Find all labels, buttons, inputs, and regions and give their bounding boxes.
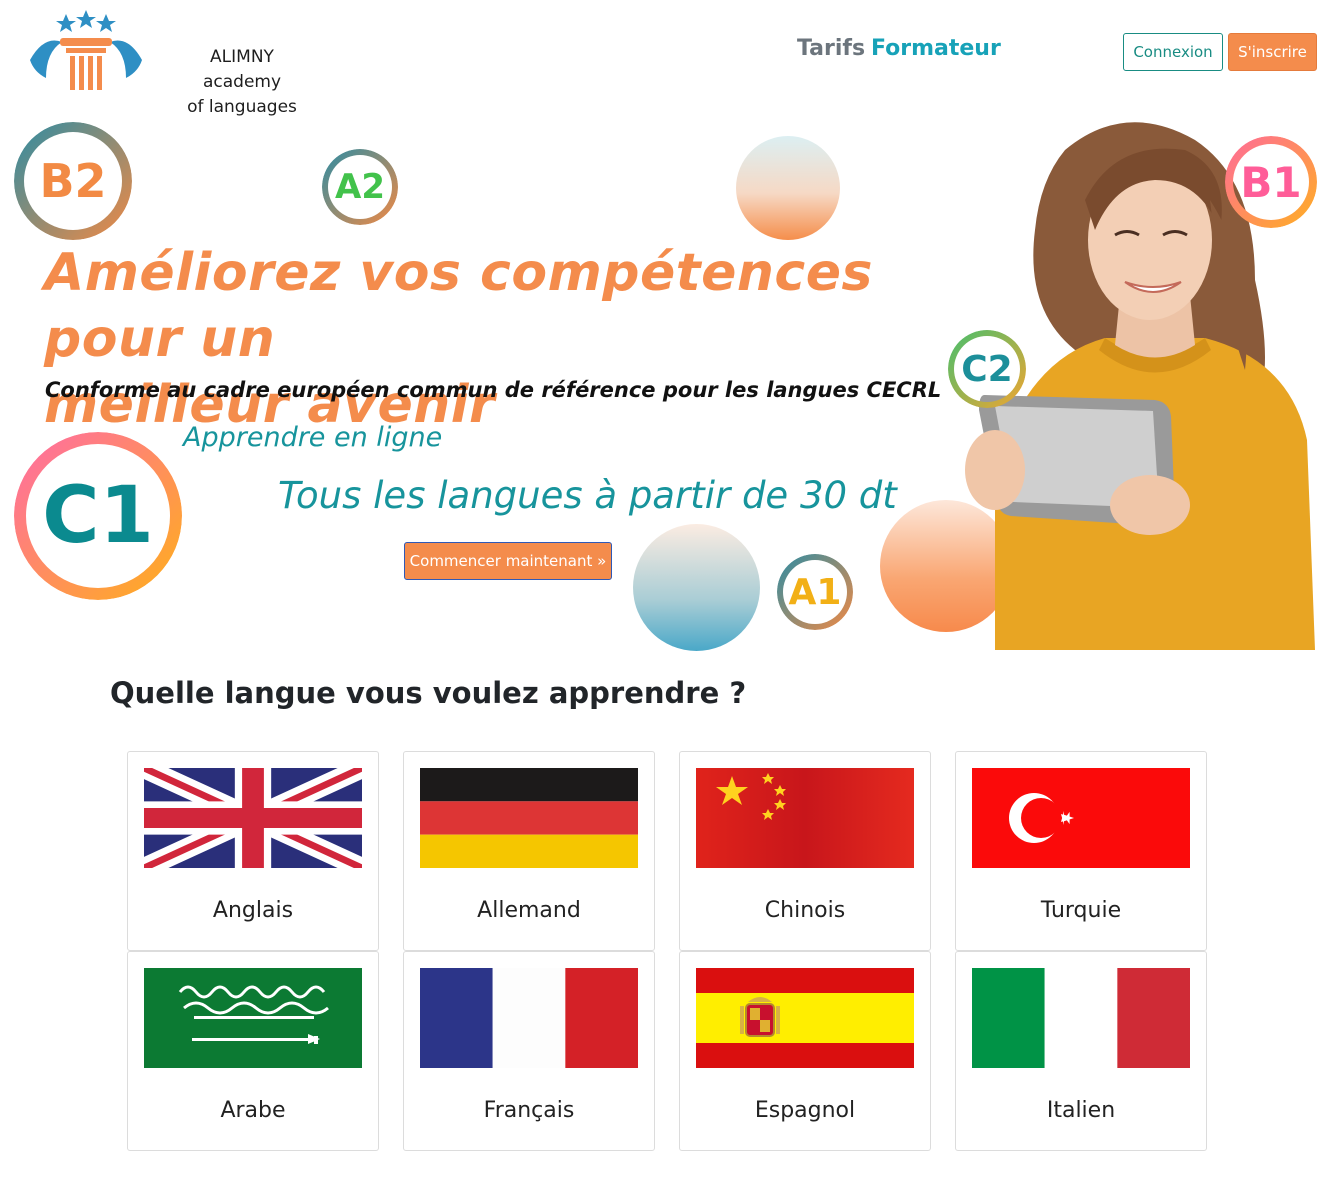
language-card-arabic[interactable]: Arabe xyxy=(127,951,379,1151)
level-badge-a1: A1 xyxy=(777,554,853,630)
language-label: Turquie xyxy=(1040,898,1122,923)
language-card-italian[interactable]: Italien xyxy=(955,951,1207,1151)
level-badge-c1: C1 xyxy=(14,432,182,600)
login-button[interactable]: Connexion xyxy=(1123,33,1223,71)
language-card-german[interactable]: Allemand xyxy=(403,751,655,951)
language-card-chinese[interactable]: Chinois xyxy=(679,751,931,951)
italy-flag-icon xyxy=(972,968,1190,1068)
language-label: Anglais xyxy=(212,898,294,923)
language-card-english[interactable]: Anglais xyxy=(127,751,379,951)
language-label: Chinois xyxy=(764,898,846,923)
turkey-flag-icon xyxy=(972,768,1190,868)
hero-title: Améliorez vos compétences pour un meille… xyxy=(44,243,873,435)
brand-logo[interactable]: ALIMNY academy of languages xyxy=(24,10,314,117)
language-label: Espagnol xyxy=(754,1098,856,1123)
decorative-bubble xyxy=(736,136,840,240)
hero-price-tagline: Tous les langues à partir de 30 dt xyxy=(278,474,897,517)
nav-link-tarifs[interactable]: Tarifs xyxy=(797,36,865,61)
france-flag-icon xyxy=(420,968,638,1068)
language-label: Italien xyxy=(1046,1098,1116,1123)
hero-subtitle: Conforme au cadre européen commun de réf… xyxy=(45,378,942,402)
academy-pillar-icon xyxy=(30,10,142,90)
nav-link-formateur[interactable]: Formateur xyxy=(871,36,1001,61)
language-label: Français xyxy=(483,1098,575,1123)
uk-flag-icon xyxy=(144,768,362,868)
level-badge-a2: A2 xyxy=(322,149,398,225)
spain-flag-icon xyxy=(696,968,914,1068)
language-label: Arabe xyxy=(220,1098,286,1123)
level-badge-b1: B1 xyxy=(1225,136,1317,228)
language-label: Allemand xyxy=(477,898,581,923)
start-now-button[interactable]: Commencer maintenant » xyxy=(404,542,612,580)
saudi-arabia-flag-icon xyxy=(144,968,362,1068)
signup-button[interactable]: S'inscrire xyxy=(1228,33,1317,71)
level-badge-b2: B2 xyxy=(14,122,132,240)
languages-section-title: Quelle langue vous voulez apprendre ? xyxy=(110,676,747,710)
decorative-bubble xyxy=(633,524,760,651)
china-flag-icon xyxy=(696,768,914,868)
level-badge-c2: C2 xyxy=(948,330,1026,408)
language-card-french[interactable]: Français xyxy=(403,951,655,1151)
hero-online-tagline: Apprendre en ligne xyxy=(183,422,443,453)
germany-flag-icon xyxy=(420,768,638,868)
brand-name: ALIMNY academy of languages xyxy=(187,47,297,117)
language-card-turkish[interactable]: Turquie xyxy=(955,751,1207,951)
language-card-spanish[interactable]: Espagnol xyxy=(679,951,931,1151)
